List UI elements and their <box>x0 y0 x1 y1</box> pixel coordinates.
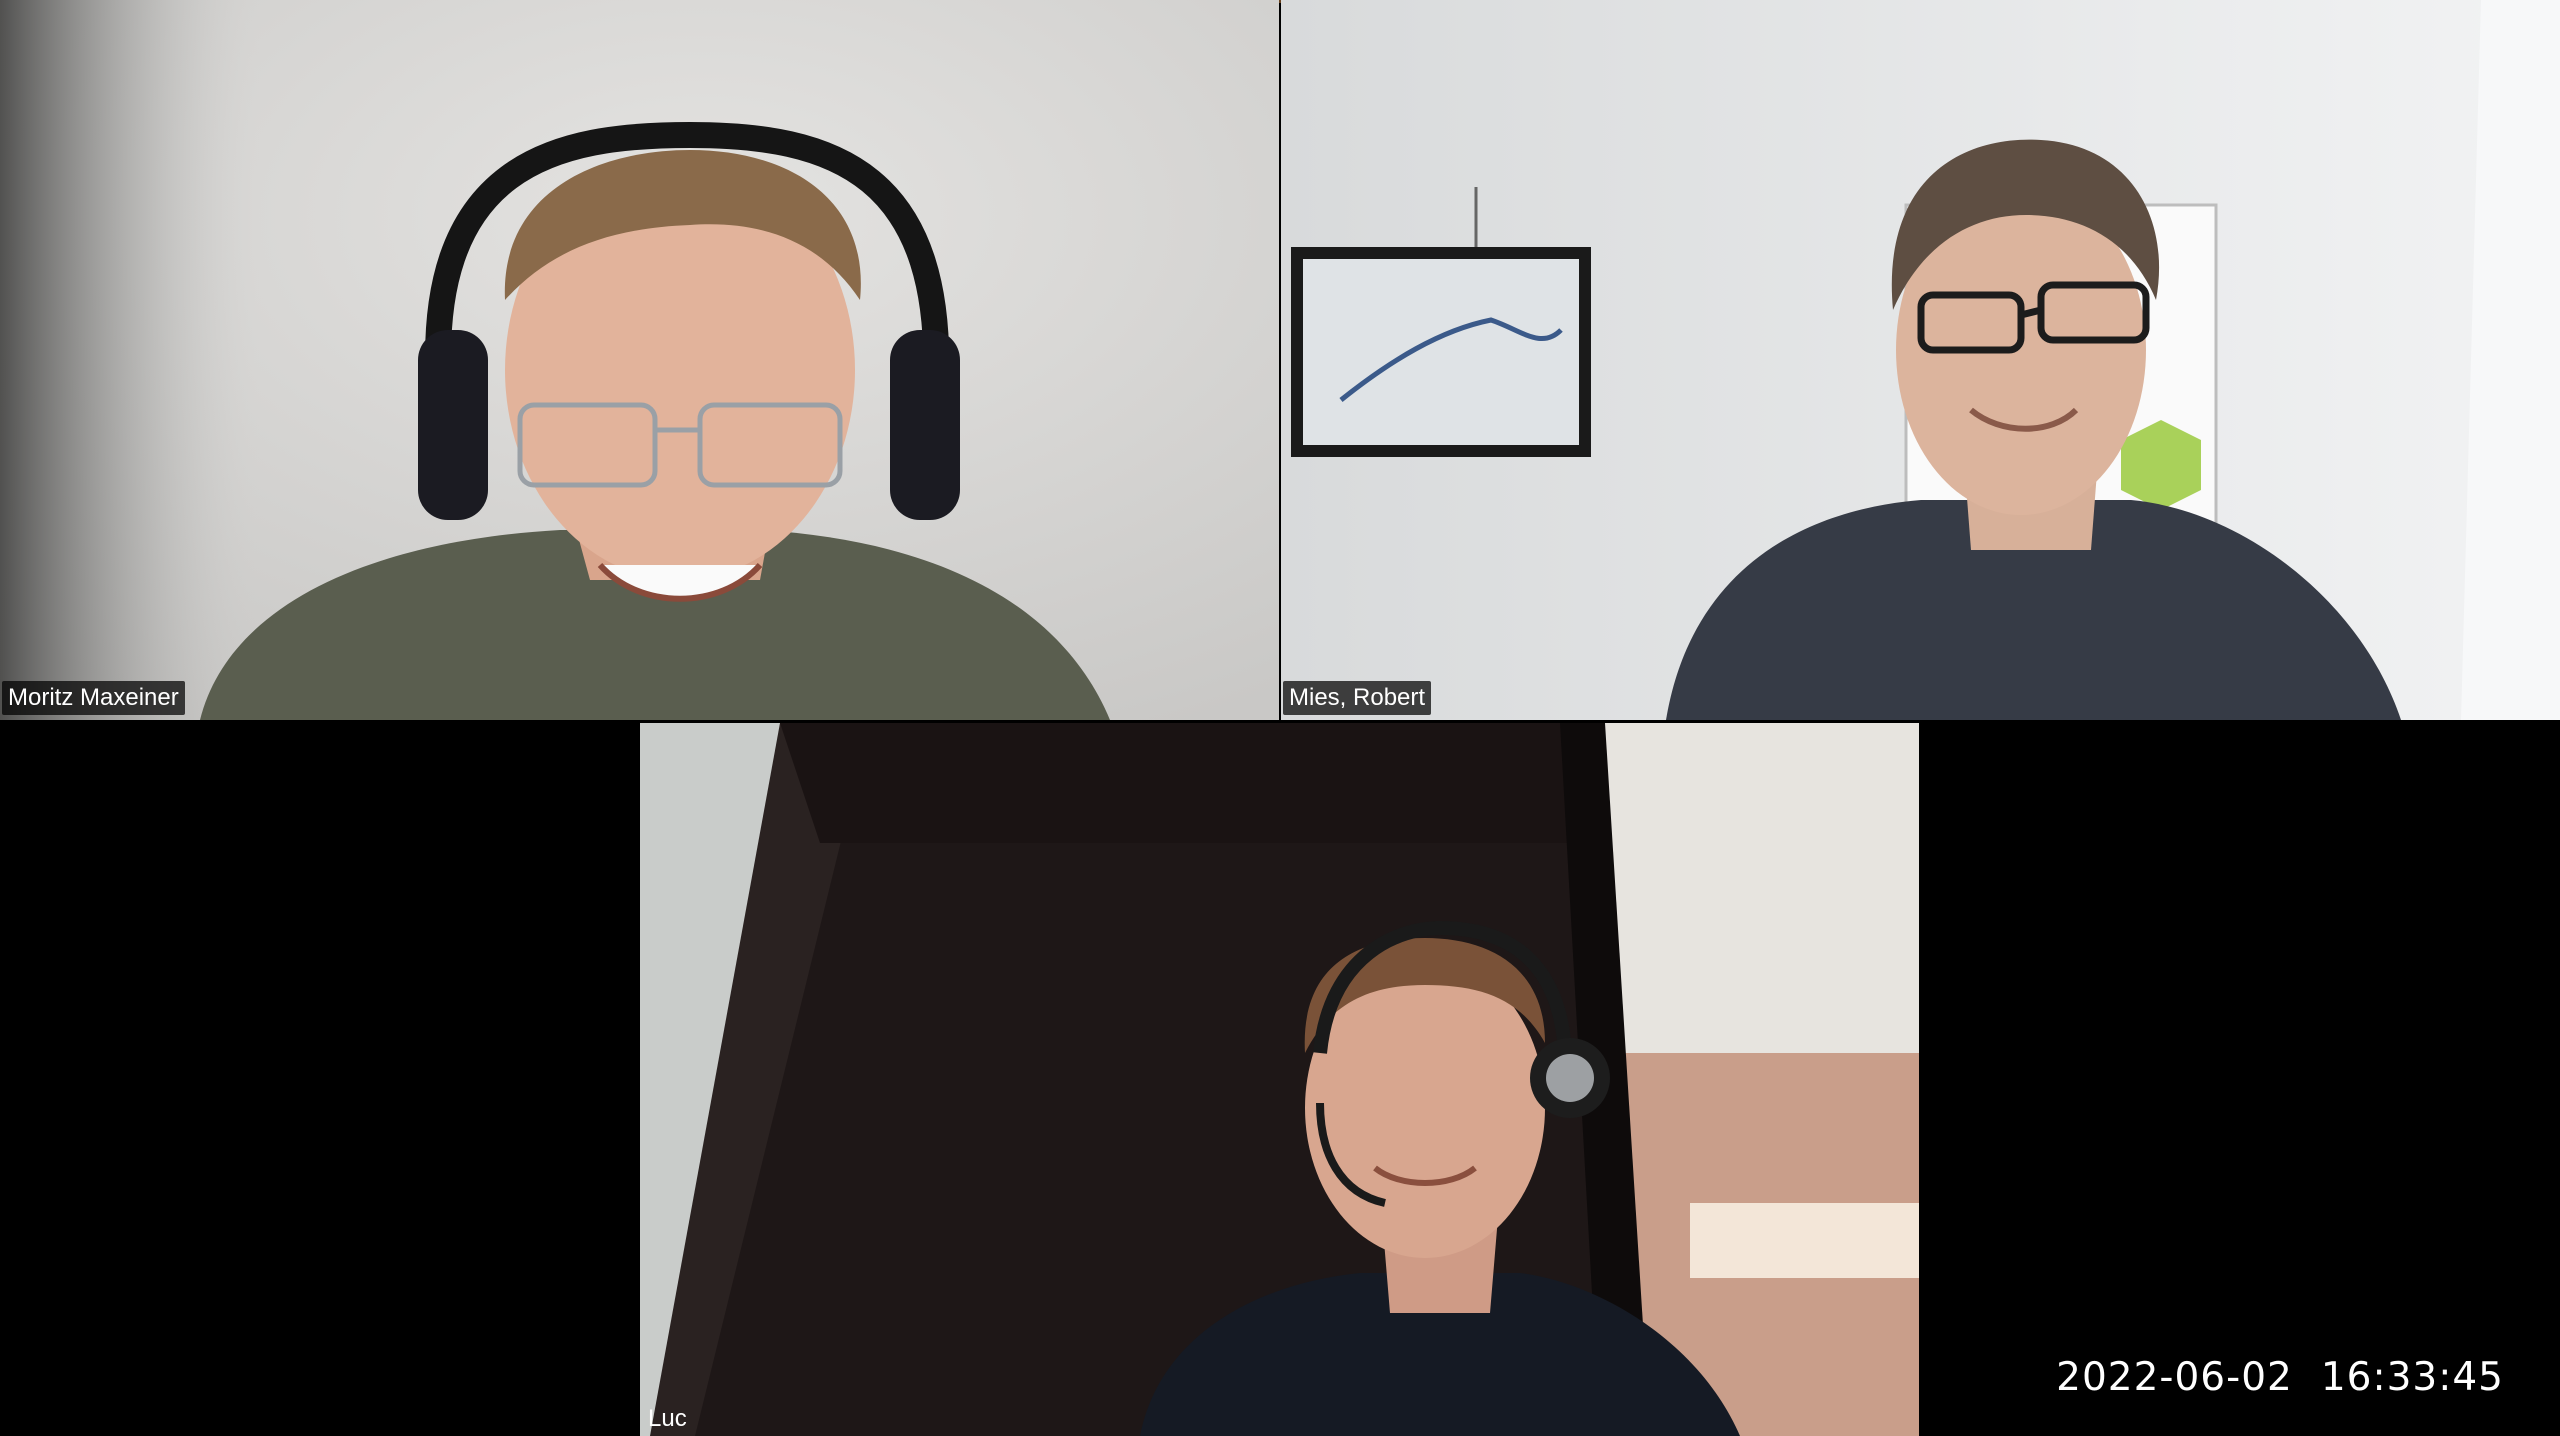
participant-1-video-feed <box>0 0 1279 720</box>
timestamp-date: 2022-06-02 <box>2056 1355 2293 1400</box>
participant-name-label: Moritz Maxeiner <box>2 681 185 715</box>
participant-name-label: Mies, Robert <box>1283 681 1432 715</box>
participant-3-video-feed <box>640 723 1919 1436</box>
video-call-window: Moritz Maxeiner Mies, Robert Luc 2022-06… <box>0 0 2560 1436</box>
participant-2-video-feed <box>1281 0 2560 720</box>
timestamp-time: 16:33:45 <box>2320 1355 2504 1400</box>
video-tile-participant-1[interactable]: Moritz Maxeiner <box>0 0 1279 720</box>
recording-timestamp: 2022-06-02 16:33:45 <box>2056 1355 2504 1400</box>
video-tile-participant-2[interactable]: Mies, Robert <box>1281 0 2560 720</box>
video-tile-participant-3[interactable]: Luc <box>640 723 1919 1436</box>
participant-name-label: Luc <box>648 1405 687 1432</box>
